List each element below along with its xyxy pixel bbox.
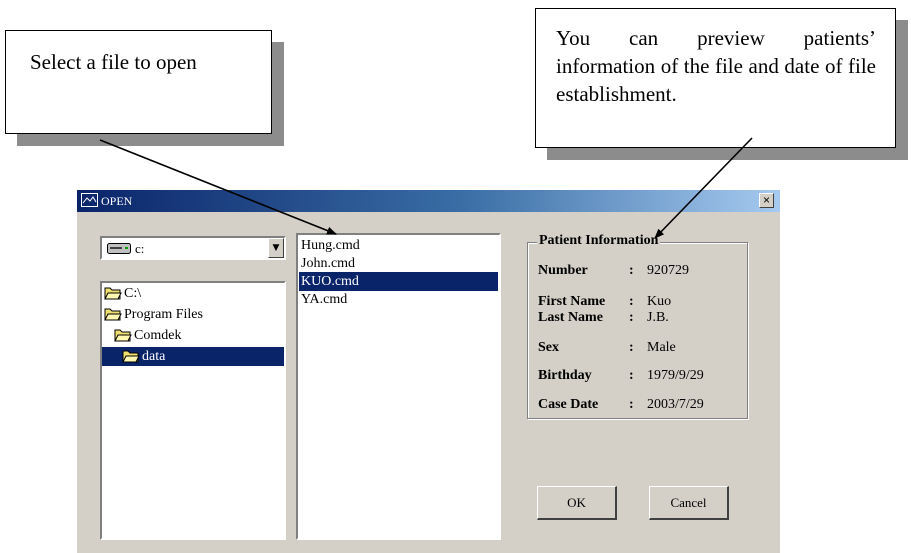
drive-icon xyxy=(107,243,131,254)
ok-button[interactable]: OK xyxy=(537,486,617,520)
last-name-colon: : xyxy=(629,310,634,325)
sex-colon: : xyxy=(629,340,634,355)
last-name-value: J.B. xyxy=(647,310,669,325)
case-date-value: 2003/7/29 xyxy=(647,397,704,412)
chevron-down-icon: ▼ xyxy=(272,243,280,253)
drive-select[interactable]: c: ▼ xyxy=(100,236,286,260)
folder-open-icon xyxy=(104,287,122,300)
close-button[interactable]: × xyxy=(759,193,774,208)
folder-item-data[interactable]: data xyxy=(102,347,284,366)
folder-label: data xyxy=(142,349,166,364)
title-bar[interactable]: OPEN × xyxy=(77,190,780,212)
sex-value: Male xyxy=(647,340,676,355)
folder-item-program-files[interactable]: Program Files xyxy=(104,305,284,324)
birthday-label: Birthday xyxy=(538,368,592,383)
dialog-title: OPEN xyxy=(101,194,133,208)
open-dialog: OPEN × c: ▼ C:\ Program Files Comdek dat… xyxy=(76,189,780,553)
last-name-label: Last Name xyxy=(538,310,603,325)
callout-preview-info-text: You can preview patients’ information of… xyxy=(556,26,876,106)
birthday-colon: : xyxy=(629,368,634,383)
number-label: Number xyxy=(538,263,588,278)
folder-item-comdek[interactable]: Comdek xyxy=(114,326,284,345)
window-icon xyxy=(81,193,98,207)
drive-dropdown-button[interactable]: ▼ xyxy=(268,238,284,258)
file-list[interactable]: Hung.cmd John.cmd KUO.cmd YA.cmd xyxy=(296,233,501,540)
folder-open-icon xyxy=(114,329,132,342)
folder-label: Program Files xyxy=(124,307,203,322)
callout-select-file: Select a file to open xyxy=(5,30,272,134)
callout-select-file-text: Select a file to open xyxy=(30,50,197,74)
file-item-john[interactable]: John.cmd xyxy=(299,254,498,273)
case-date-label: Case Date xyxy=(538,397,599,412)
cancel-button[interactable]: Cancel xyxy=(649,486,729,520)
file-item-kuo[interactable]: KUO.cmd xyxy=(299,272,498,291)
case-date-colon: : xyxy=(629,397,634,412)
folder-open-icon xyxy=(122,350,140,363)
drive-value: c: xyxy=(135,241,145,256)
number-value: 920729 xyxy=(647,263,689,278)
close-icon: × xyxy=(762,193,770,207)
folder-list[interactable]: C:\ Program Files Comdek data xyxy=(100,281,286,540)
file-item-ya[interactable]: YA.cmd xyxy=(299,290,498,309)
callout-preview-info: You can preview patients’ information of… xyxy=(535,8,896,148)
number-colon: : xyxy=(629,263,634,278)
folder-label: Comdek xyxy=(134,328,182,343)
patient-info-title: Patient Information xyxy=(537,232,661,250)
folder-open-icon xyxy=(104,308,122,321)
birthday-value: 1979/9/29 xyxy=(647,368,704,383)
folder-item-c-root[interactable]: C:\ xyxy=(104,284,284,303)
file-item-hung[interactable]: Hung.cmd xyxy=(299,236,498,255)
folder-label: C:\ xyxy=(124,286,142,301)
sex-label: Sex xyxy=(538,340,559,355)
